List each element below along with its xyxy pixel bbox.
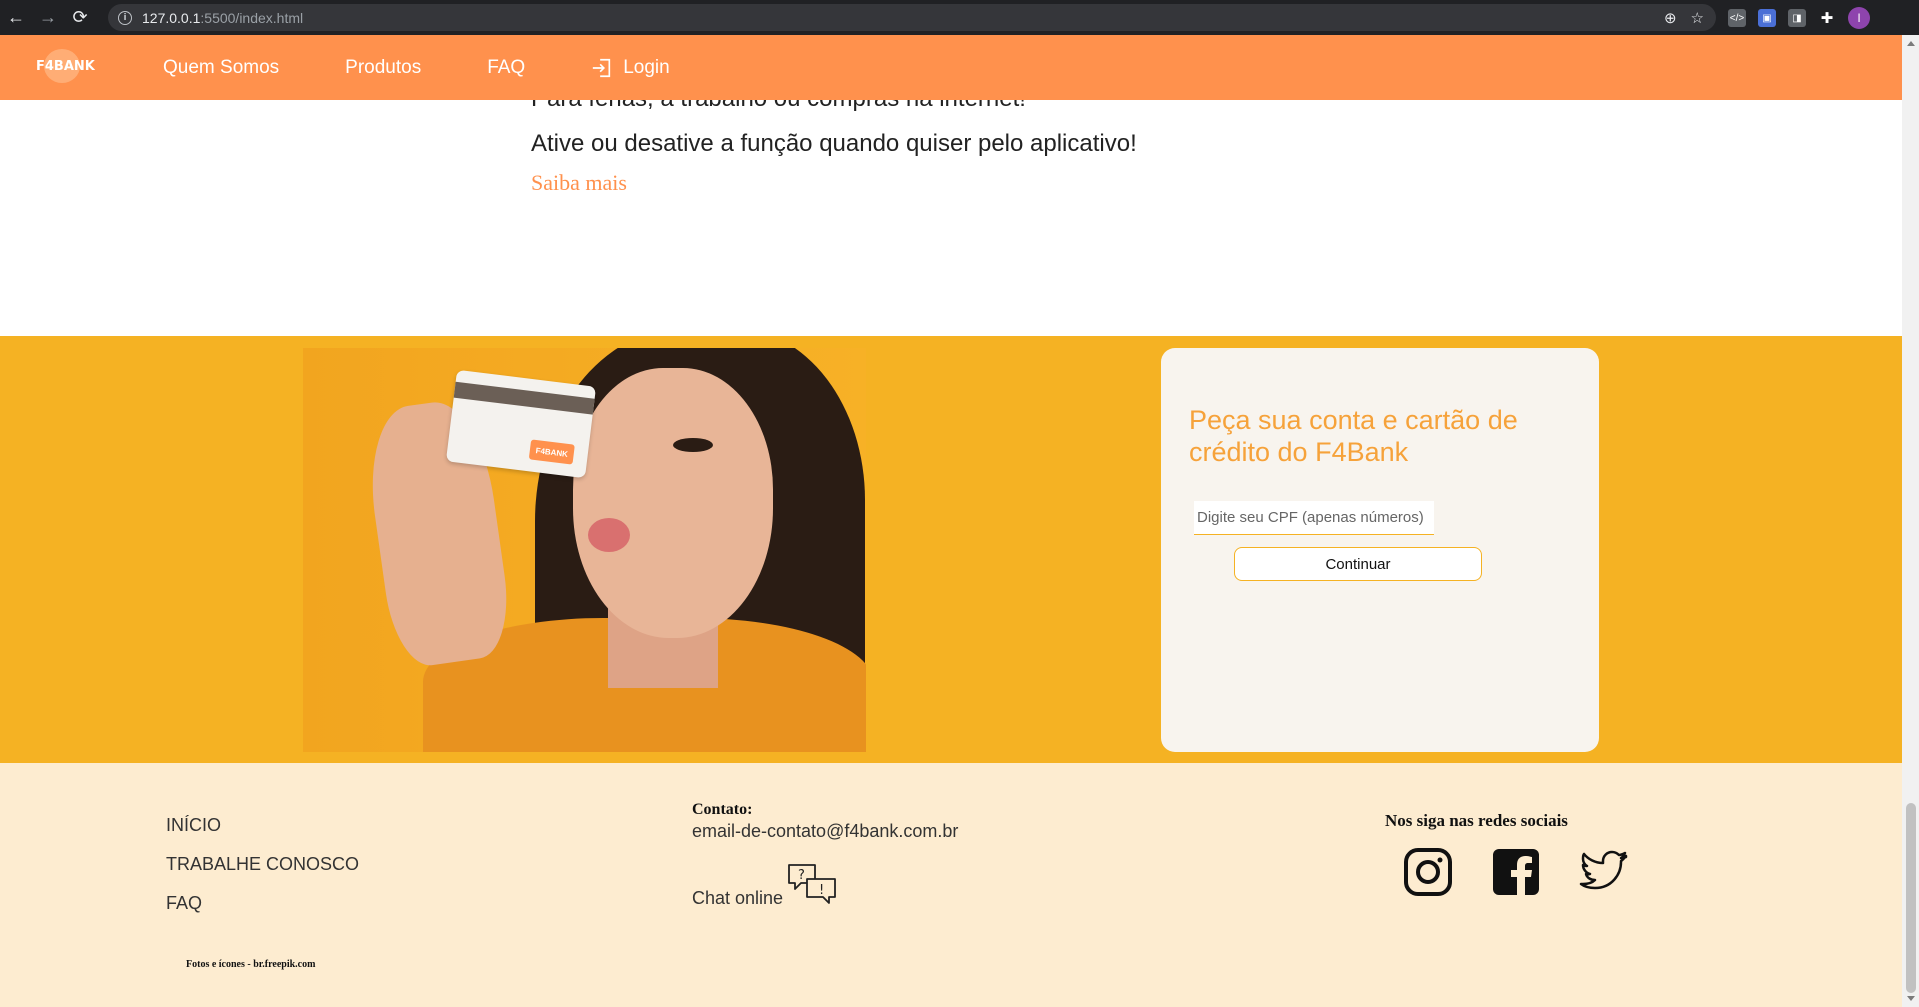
instagram-icon[interactable] — [1403, 847, 1453, 897]
browser-toolbar: ← → ⟳ i 127.0.0.1:5500/index.html ⊕ ☆ </… — [0, 0, 1919, 35]
bookmark-star-icon[interactable]: ☆ — [1691, 9, 1704, 27]
nav-produtos[interactable]: Produtos — [345, 57, 421, 79]
extensions-puzzle-icon[interactable]: ✚ — [1818, 9, 1836, 27]
svg-text:?: ? — [798, 868, 805, 883]
page-viewport: Para férias, a trabalho ou compras na in… — [0, 35, 1902, 1007]
nav-faq[interactable]: FAQ — [487, 57, 525, 79]
footer-links: INÍCIO TRABALHE CONOSCO FAQ — [166, 815, 359, 932]
footer-link-inicio[interactable]: INÍCIO — [166, 815, 359, 837]
scroll-down-icon[interactable] — [1907, 996, 1915, 1001]
site-footer: INÍCIO TRABALHE CONOSCO FAQ Fotos e ícon… — [0, 763, 1902, 1007]
login-icon — [593, 58, 611, 77]
facebook-icon[interactable] — [1491, 847, 1541, 897]
url-text: 127.0.0.1:5500/index.html — [142, 9, 304, 26]
social-heading: Nos siga nas redes sociais — [1385, 811, 1568, 830]
profile-avatar[interactable]: I — [1848, 7, 1870, 29]
contact-block: Contato: email-de-contato@f4bank.com.br — [692, 801, 958, 842]
signup-form-card: Peça sua conta e cartão de crédito do F4… — [1161, 348, 1599, 752]
contact-email[interactable]: email-de-contato@f4bank.com.br — [692, 821, 958, 842]
content-line-function: Ative ou desative a função quando quiser… — [531, 130, 1137, 157]
continuar-button[interactable]: Continuar — [1234, 547, 1482, 581]
photo-credit: Fotos e ícones - br.freepik.com — [186, 959, 316, 970]
signup-title: Peça sua conta e cartão de crédito do F4… — [1189, 405, 1518, 467]
cpf-input[interactable] — [1194, 501, 1434, 535]
extension-blue-icon[interactable]: ▣ — [1758, 9, 1776, 27]
forward-arrow-icon[interactable]: → — [32, 0, 64, 35]
chat-online-label: Chat online — [692, 888, 784, 908]
chat-bubbles-icon[interactable]: ? ! — [787, 863, 837, 909]
extension-code-icon[interactable]: </> — [1728, 9, 1746, 27]
site-header: F4BANK Quem Somos Produtos FAQ Login — [0, 35, 1902, 100]
footer-link-faq[interactable]: FAQ — [166, 893, 359, 915]
address-bar[interactable]: i 127.0.0.1:5500/index.html ⊕ ☆ — [108, 4, 1716, 31]
social-block: Nos siga nas redes sociais — [1385, 811, 1628, 896]
signup-section: F4BANK Peça sua conta e cartão de crédit… — [0, 336, 1902, 763]
nav-quem-somos[interactable]: Quem Somos — [163, 57, 279, 79]
nav-login[interactable]: Login — [591, 56, 670, 80]
contato-heading: Contato: — [692, 801, 753, 818]
twitter-icon[interactable] — [1579, 847, 1629, 897]
reload-icon[interactable]: ⟳ — [64, 0, 96, 35]
scrollbar-thumb[interactable] — [1906, 803, 1916, 993]
main-nav: Quem Somos Produtos FAQ Login — [163, 35, 670, 100]
woman-with-card-photo: F4BANK — [303, 348, 866, 752]
credit-card-image: F4BANK — [445, 369, 597, 479]
extension-grey-icon[interactable]: ◨ — [1788, 9, 1806, 27]
saiba-mais-link[interactable]: Saiba mais — [531, 170, 627, 196]
site-info-icon[interactable]: i — [118, 10, 132, 25]
back-arrow-icon[interactable]: ← — [0, 0, 32, 35]
footer-link-trabalhe-conosco[interactable]: TRABALHE CONOSCO — [166, 854, 359, 876]
scroll-up-icon[interactable] — [1907, 41, 1915, 46]
page-scrollbar[interactable] — [1902, 35, 1919, 1007]
f4bank-logo[interactable]: F4BANK — [34, 47, 95, 87]
svg-text:!: ! — [819, 883, 824, 898]
zoom-icon[interactable]: ⊕ — [1664, 9, 1677, 27]
chat-online[interactable]: Chat online ? ! — [692, 863, 837, 909]
